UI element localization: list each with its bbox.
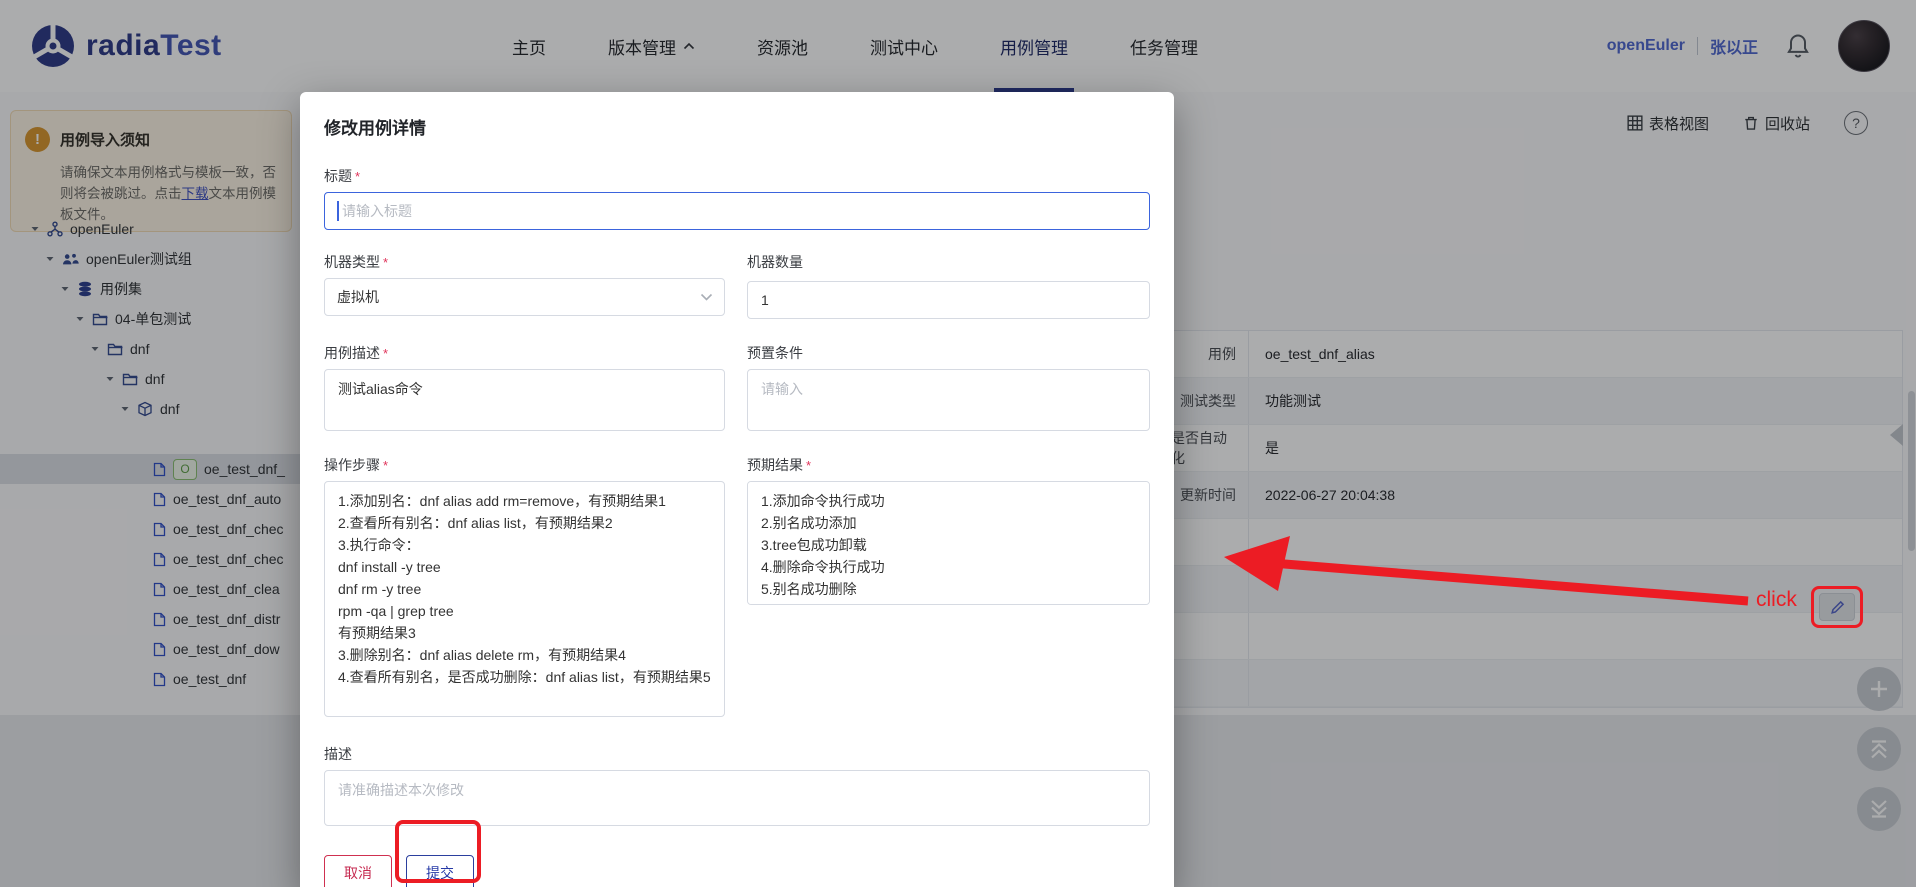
machine-count-label: 机器数量 [747, 254, 803, 270]
text-cursor [337, 201, 339, 221]
modal-title: 修改用例详情 [324, 119, 426, 138]
machine-type-label: 机器类型 * [324, 254, 389, 270]
cancel-button[interactable]: 取消 [324, 855, 392, 887]
machine-type-value: 虚拟机 [337, 289, 379, 305]
required-asterisk: * [383, 345, 389, 361]
modify-description-label: 描述 [324, 746, 352, 762]
precondition-label: 预置条件 [747, 345, 803, 361]
edit-case-modal: 修改用例详情 标题* 机器类型* 虚拟机 机器数量 [300, 92, 1174, 887]
annotation-box-submit [395, 820, 481, 883]
required-asterisk: * [806, 457, 812, 473]
expected-result-label: 预期结果 * [747, 457, 812, 473]
required-asterisk: * [355, 168, 361, 184]
precondition-textarea[interactable] [747, 369, 1150, 431]
title-input[interactable] [324, 192, 1150, 230]
case-description-label: 用例描述 * [324, 345, 389, 361]
chevron-down-icon [700, 293, 713, 301]
expected-result-textarea[interactable]: 1.添加命令执行成功 2.别名成功添加 3.tree包成功卸载 4.删除命令执行… [747, 481, 1150, 605]
required-asterisk: * [383, 254, 389, 270]
steps-textarea[interactable]: 1.添加别名：dnf alias add rm=remove，有预期结果1 2.… [324, 481, 725, 717]
case-description-textarea[interactable]: 测试alias命令 [324, 369, 725, 431]
application-window: radiaTest 主页 版本管理 资源池 测试中心 用例管理 任务管理 openEule… [0, 0, 1916, 887]
machine-count-input[interactable] [747, 281, 1150, 319]
modify-description-textarea[interactable] [324, 770, 1150, 826]
title-field-label: 标题 * [324, 168, 361, 184]
steps-label: 操作步骤 * [324, 457, 389, 473]
machine-type-select[interactable]: 虚拟机 [324, 278, 725, 316]
required-asterisk: * [383, 457, 389, 473]
